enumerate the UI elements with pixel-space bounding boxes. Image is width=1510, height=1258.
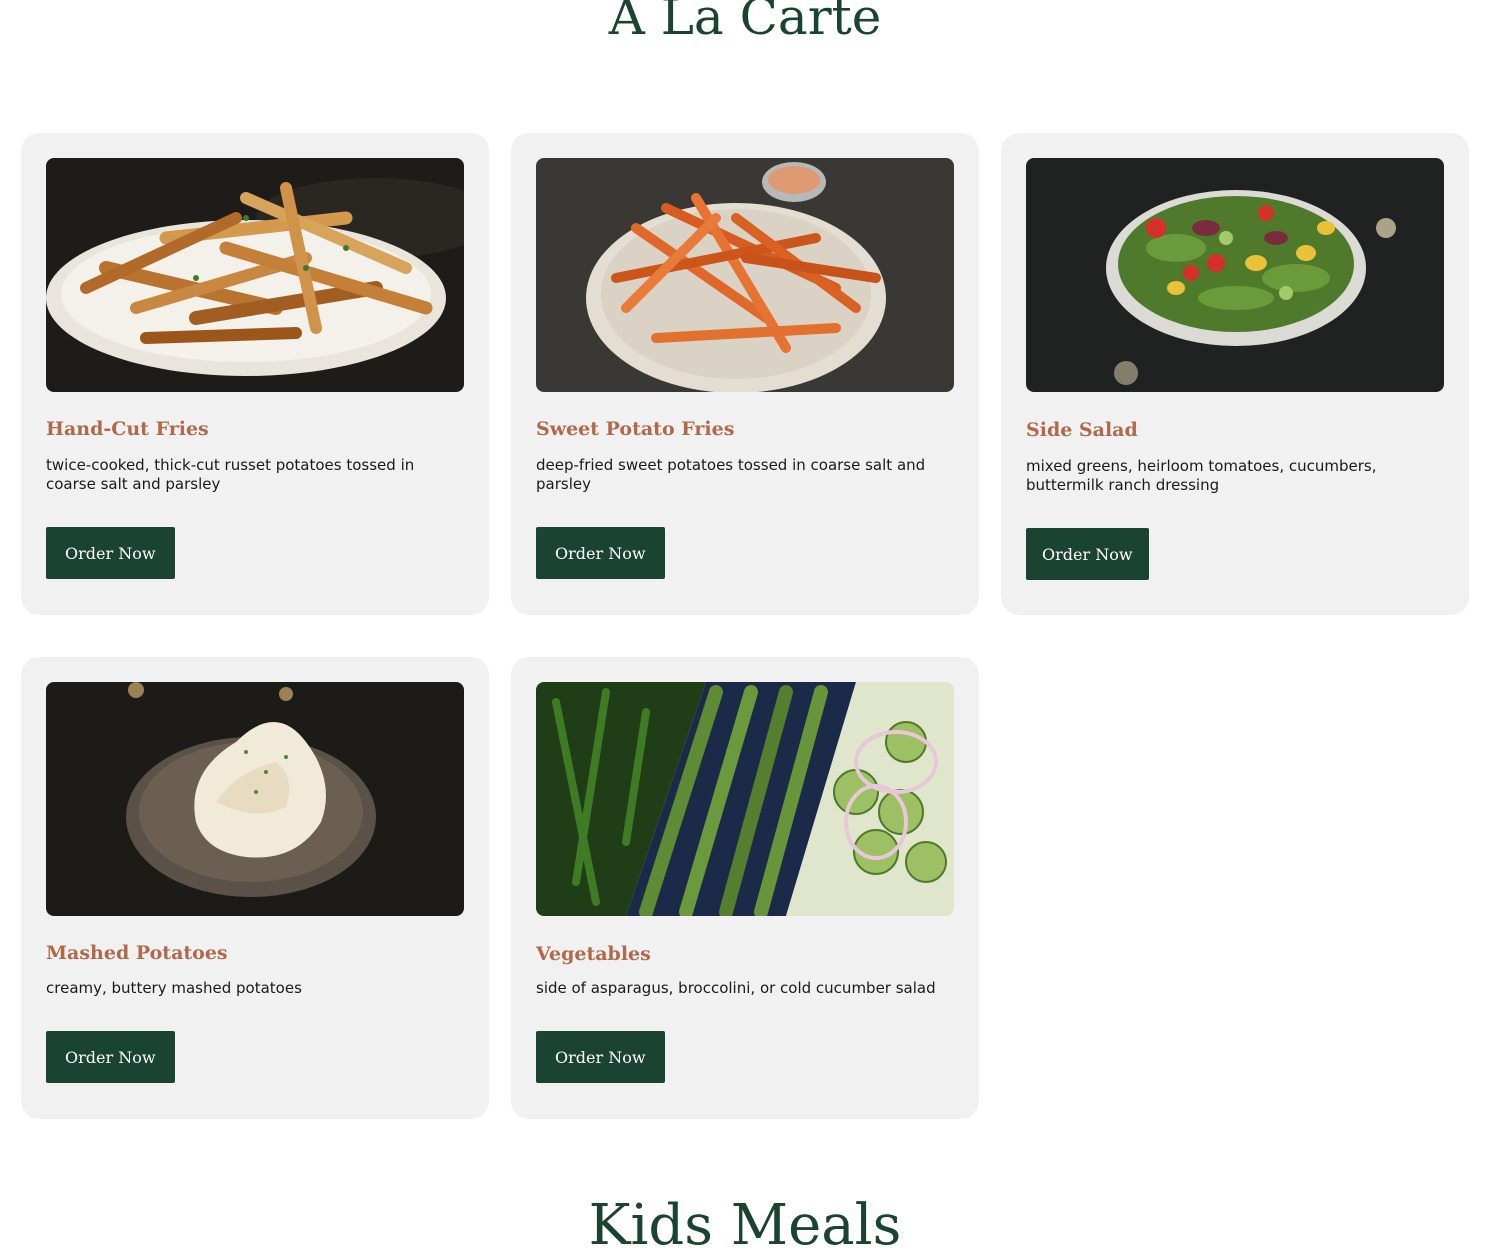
item-name: Side Salad	[1026, 419, 1138, 441]
item-description: deep-fried sweet potatoes tossed in coar…	[536, 456, 926, 493]
item-name: Hand-Cut Fries	[46, 418, 209, 440]
order-now-button[interactable]: Order Now	[1026, 528, 1149, 580]
menu-card-mashed-potatoes: Mashed Potatoes creamy, buttery mashed p…	[21, 657, 489, 1119]
item-name: Vegetables	[536, 943, 651, 965]
item-description: twice-cooked, thick-cut russet potatoes …	[46, 456, 415, 493]
menu-card-vegetables: Vegetables side of asparagus, broccolini…	[511, 657, 979, 1119]
menu-card-sweet-potato-fries: Sweet Potato Fries deep-fried sweet pota…	[511, 133, 979, 615]
mashed-potatoes-photo	[46, 682, 464, 916]
item-description: creamy, buttery mashed potatoes	[46, 979, 302, 997]
section-title-a-la-carte: A La Carte	[608, 0, 882, 46]
order-now-button[interactable]: Order Now	[536, 527, 665, 579]
item-description: mixed greens, heirloom tomatoes, cucumbe…	[1026, 457, 1377, 494]
vegetables-photo	[536, 682, 954, 916]
item-name: Mashed Potatoes	[46, 942, 228, 964]
side-salad-photo	[1026, 158, 1444, 392]
menu-card-side-salad: Side Salad mixed greens, heirloom tomato…	[1001, 133, 1469, 615]
item-name: Sweet Potato Fries	[536, 418, 735, 440]
order-now-button[interactable]: Order Now	[536, 1031, 665, 1083]
order-now-button[interactable]: Order Now	[46, 527, 175, 579]
section-title-kids-meals: Kids Meals	[588, 1193, 902, 1258]
menu-card-hand-cut-fries: Hand-Cut Fries twice-cooked, thick-cut r…	[21, 133, 489, 615]
order-now-button[interactable]: Order Now	[46, 1031, 175, 1083]
sweet-potato-fries-photo	[536, 158, 954, 392]
hand-cut-fries-photo	[46, 158, 464, 392]
item-description: side of asparagus, broccolini, or cold c…	[536, 979, 936, 997]
